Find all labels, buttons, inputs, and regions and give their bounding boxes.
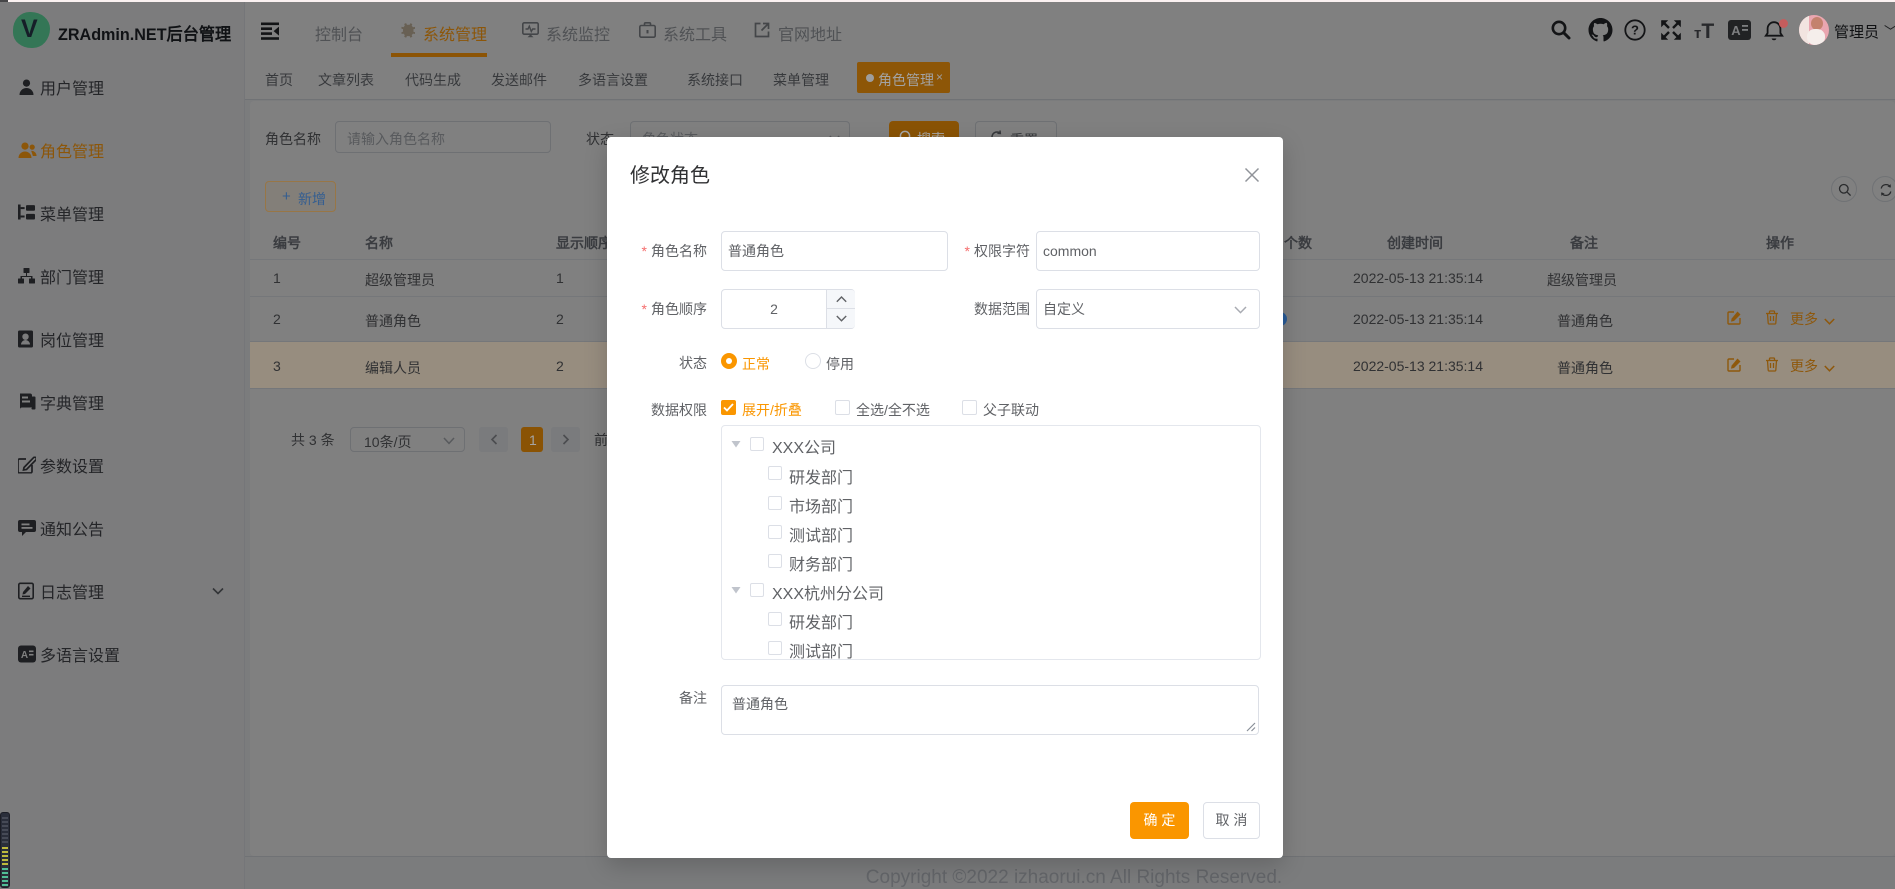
svg-text:A: A — [21, 650, 28, 661]
svg-text:?: ? — [1631, 23, 1639, 38]
svg-text:A: A — [1731, 23, 1741, 38]
